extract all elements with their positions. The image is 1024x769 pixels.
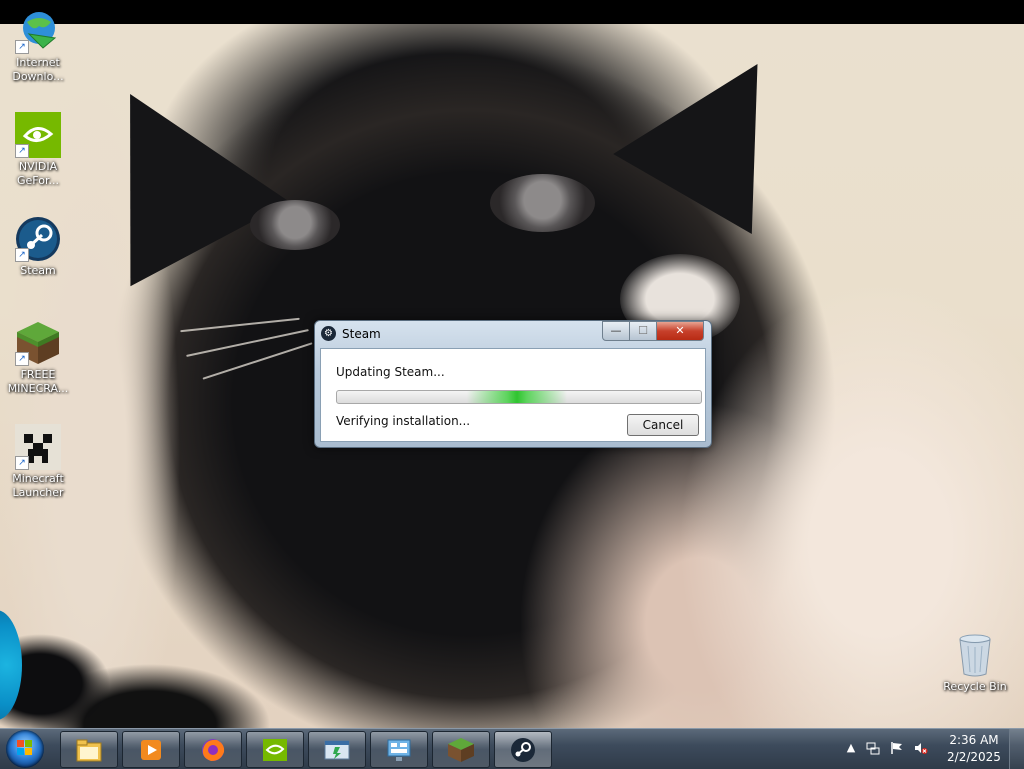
clock-date: 2/2/2025 [947, 750, 1001, 764]
taskbar-button-windows-explorer[interactable] [60, 731, 118, 768]
update-status-text: Updating Steam... [336, 365, 445, 379]
shortcut-arrow-icon: ↗ [15, 352, 29, 366]
start-button[interactable] [6, 730, 44, 768]
nvidia-icon [263, 739, 287, 761]
steam-icon: ↗ [15, 216, 61, 262]
shortcut-arrow-icon: ↗ [15, 248, 29, 262]
shortcut-arrow-icon: ↗ [15, 456, 29, 470]
cancel-button[interactable]: Cancel [627, 414, 699, 436]
dialog-title-bar[interactable]: ⚙ Steam — ☐ ✕ [315, 321, 711, 347]
desktop-icon-minecraft-launcher[interactable]: ↗ Minecraft Launcher [1, 424, 75, 500]
desktop-icon-internet-download-manager[interactable]: ↗ Internet Downlo... [1, 8, 75, 84]
media-player-icon [141, 740, 161, 760]
show-desktop-button[interactable] [1009, 729, 1024, 769]
taskbar: ▲ 2:36 AM 2/2/2025 [0, 728, 1024, 769]
minimize-button[interactable]: — [602, 321, 630, 341]
network-icon[interactable] [866, 741, 880, 755]
desktop-icon-label: MINECRA... [7, 382, 69, 395]
steam-update-dialog: ⚙ Steam — ☐ ✕ Updating Steam... Verifyin… [314, 320, 712, 448]
show-hidden-icons-button[interactable]: ▲ [844, 741, 858, 755]
windows-logo-icon [17, 740, 33, 756]
taskbar-button-steam[interactable] [494, 731, 552, 768]
desktop-icon-label: Launcher [12, 486, 64, 499]
progress-marquee-glow [467, 391, 567, 403]
desktop-icon-freee-minecraft[interactable]: ↗ FREEE MINECRA... [1, 320, 75, 396]
desktop-icon-label: FREEE [20, 368, 56, 381]
control-panel-icon [387, 739, 411, 761]
wallpaper-cat-ear-right [613, 24, 827, 234]
clock[interactable]: 2:36 AM 2/2/2025 [940, 732, 1008, 766]
recycle-bin-icon [952, 632, 998, 678]
wallpaper-cat-ear-left [50, 51, 290, 287]
internet-download-manager-icon: ↗ [15, 8, 61, 54]
steam-icon: ⚙ [321, 326, 336, 341]
steam-icon [511, 738, 535, 762]
app-window-icon [324, 740, 350, 760]
shortcut-arrow-icon: ↗ [15, 144, 29, 158]
wallpaper-cat-eye-left [250, 200, 340, 250]
update-progress-bar [336, 390, 702, 404]
shortcut-arrow-icon: ↗ [15, 40, 29, 54]
action-center-flag-icon[interactable] [890, 741, 904, 755]
taskbar-button-app-window[interactable] [308, 731, 366, 768]
taskbar-button-firefox[interactable] [184, 731, 242, 768]
desktop-icon-label: Downlo... [12, 70, 64, 83]
verify-status-text: Verifying installation... [336, 414, 471, 428]
desktop-icon-label: Internet [16, 56, 60, 69]
clock-time: 2:36 AM [949, 733, 999, 747]
dialog-content: Updating Steam... Verifying installation… [320, 348, 706, 442]
taskbar-button-media-player[interactable] [122, 731, 180, 768]
wallpaper-whisker [180, 317, 300, 333]
creeper-icon: ↗ [15, 424, 61, 470]
taskbar-button-control-panel[interactable] [370, 731, 428, 768]
desktop-icon-label: Recycle Bin [943, 680, 1007, 693]
wallpaper-cat-eye-right [490, 174, 595, 232]
desktop-icon-label: Minecraft [12, 472, 64, 485]
dialog-title: Steam [342, 327, 381, 341]
taskbar-button-minecraft[interactable] [432, 731, 490, 768]
desktop-icon-label: Steam [20, 264, 56, 277]
folder-icon [76, 739, 102, 762]
minecraft-grass-icon [448, 738, 474, 762]
desktop-icon-label: GeFor... [17, 174, 59, 187]
desktop-icon-steam[interactable]: ↗ Steam [1, 216, 75, 278]
nvidia-icon: ↗ [15, 112, 61, 158]
desktop-icon-recycle-bin[interactable]: Recycle Bin [938, 632, 1012, 694]
minecraft-grass-block-icon: ↗ [15, 320, 61, 366]
system-tray: ▲ 2:36 AM 2/2/2025 [840, 729, 1024, 769]
wallpaper-whisker [186, 329, 309, 357]
desktop-icon-nvidia-geforce[interactable]: ↗ NVIDIA GeFor... [1, 112, 75, 188]
taskbar-button-nvidia[interactable] [246, 731, 304, 768]
firefox-icon [202, 739, 225, 761]
volume-muted-icon[interactable] [914, 741, 928, 755]
close-button[interactable]: ✕ [656, 321, 704, 341]
maximize-button[interactable]: ☐ [629, 321, 657, 341]
desktop-icon-label: NVIDIA [18, 160, 58, 173]
